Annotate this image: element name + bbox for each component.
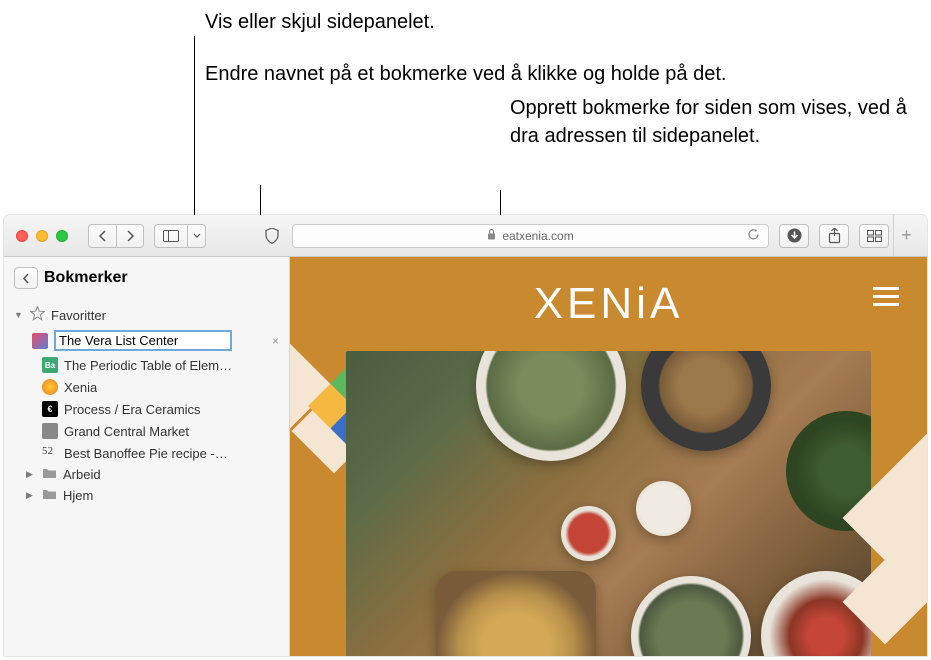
bookmark-label: Process / Era Ceramics [64,402,201,417]
bookmark-label: Grand Central Market [64,424,189,439]
bookmark-item[interactable]: Xenia [4,376,289,398]
toolbar: eatxenia.com [4,215,927,257]
tabs-icon [867,230,882,242]
callout-drag-bookmark: Opprett bokmerke for siden som vises, ve… [510,94,931,150]
bookmark-rename-input[interactable] [54,330,232,351]
site-menu-button[interactable] [873,287,899,306]
zoom-window-button[interactable] [56,230,68,242]
webpage-content: XENiA [290,257,927,656]
favorites-folder[interactable]: ▼ Favoritter [4,303,289,327]
download-icon [787,228,802,243]
bookmark-item[interactable]: 52 Best Banoffee Pie recipe -… [4,442,289,464]
folder-icon [42,488,57,503]
favicon-xenia [42,379,58,395]
bookmark-label: The Periodic Table of Elem… [64,358,232,373]
tab-overview-button[interactable] [859,224,889,248]
privacy-report-button[interactable] [258,224,286,248]
safari-window: eatxenia.com [4,215,927,656]
sidebar-icon [163,230,179,242]
disclosure-triangle-icon[interactable]: ▶ [26,490,36,501]
close-window-button[interactable] [16,230,28,242]
favicon-banoffee: 52 [42,445,58,461]
favicon-periodic: Ba [42,357,58,373]
cancel-edit-button[interactable]: × [272,334,279,348]
shield-icon [265,228,279,244]
disclosure-triangle-icon[interactable]: ▼ [14,310,24,320]
sidebar-toggle-button[interactable] [154,224,188,248]
bookmark-label: Best Banoffee Pie recipe -… [64,446,228,461]
favorites-label: Favoritter [51,308,106,323]
bookmark-folder[interactable]: ▶ Hjem [4,485,289,506]
address-bar[interactable]: eatxenia.com [292,224,769,248]
bookmark-item[interactable]: € Process / Era Ceramics [4,398,289,420]
share-button[interactable] [819,224,849,248]
bookmark-item[interactable]: Grand Central Market [4,420,289,442]
bookmark-item[interactable]: Ba The Periodic Table of Elem… [4,354,289,376]
reload-button[interactable] [747,228,760,244]
favicon-gcm [42,423,58,439]
callout-rename-bookmark: Endre navnet på et bokmerke ved å klikke… [205,60,726,88]
bookmarks-list: ▼ Favoritter × Ba The Periodic Table of … [4,299,289,510]
sidebar-header: Bokmerker [4,257,289,299]
star-icon [30,306,45,324]
window-controls [12,230,88,242]
minimize-window-button[interactable] [36,230,48,242]
forward-button[interactable] [116,224,144,248]
disclosure-triangle-icon[interactable]: ▶ [26,469,36,480]
new-tab-button[interactable]: + [893,215,919,256]
folder-label: Arbeid [63,467,101,482]
bookmark-folder[interactable]: ▶ Arbeid [4,464,289,485]
share-icon [828,228,841,244]
sidebar: Bokmerker ▼ Favoritter × [4,257,290,656]
back-button[interactable] [88,224,116,248]
chevron-down-icon [193,233,201,238]
bookmark-item-editing[interactable]: × [4,327,289,354]
folder-icon [42,467,57,482]
lock-icon [487,229,496,243]
hero-image [346,351,871,656]
sidebar-dropdown-button[interactable] [188,224,206,248]
decorative-pattern-right [832,446,927,626]
chevron-left-icon [22,273,30,284]
favicon-veralist [32,333,48,349]
site-logo[interactable]: XENiA [290,257,927,351]
address-url: eatxenia.com [502,229,573,243]
bookmark-label: Xenia [64,380,97,395]
callout-sidebar-toggle: Vis eller skjul sidepanelet. [205,8,435,36]
folder-label: Hjem [63,488,93,503]
sidebar-title: Bokmerker [44,269,128,287]
downloads-button[interactable] [779,224,809,248]
favicon-process: € [42,401,58,417]
sidebar-back-button[interactable] [14,267,38,289]
reload-icon [747,228,760,241]
